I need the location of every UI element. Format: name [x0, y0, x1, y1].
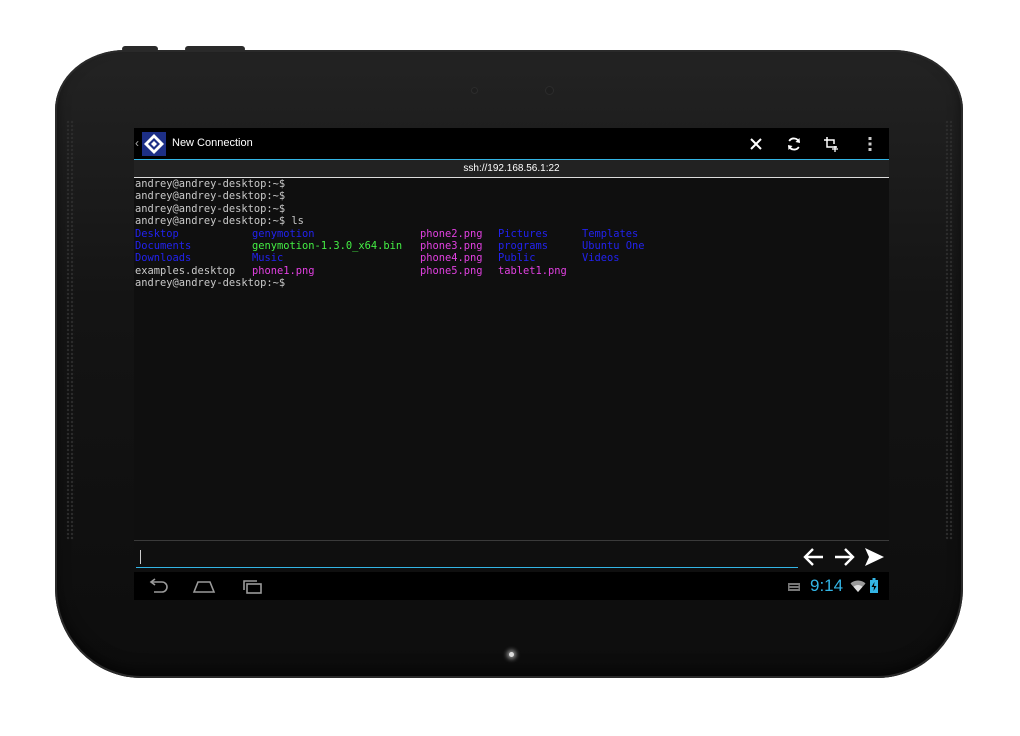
close-icon[interactable]	[748, 136, 764, 152]
ls-entry: phone3.png	[420, 240, 483, 252]
volume-button	[185, 46, 245, 52]
ls-entry: phone2.png	[420, 227, 483, 240]
ls-entry: Templates	[582, 227, 639, 240]
battery-charging-icon	[870, 578, 878, 593]
ls-entry: Pictures	[498, 227, 549, 240]
ls-entry: phone1.png	[252, 264, 315, 277]
back-icon[interactable]	[146, 578, 170, 594]
command-input[interactable]	[136, 546, 798, 568]
divider	[134, 540, 889, 541]
ls-entry: Music	[252, 252, 284, 265]
connection-url: ssh://192.168.56.1:22	[134, 160, 889, 178]
ls-entry: programs	[498, 240, 549, 252]
ls-entry: phone5.png	[420, 264, 483, 277]
ls-entry: genymotion-1.3.0_x64.bin	[252, 240, 403, 252]
up-caret-icon[interactable]: ‹	[135, 136, 139, 150]
terminal-output[interactable]: andrey@andrey-desktop:~$ andrey@andrey-d…	[135, 178, 885, 538]
ls-entry: Desktop	[135, 227, 179, 240]
system-navbar: 9:14	[134, 572, 889, 600]
ls-entry: phone4.png	[420, 252, 483, 265]
clock: 9:14	[810, 576, 844, 595]
terminal-line: andrey@andrey-desktop:~$ ls	[135, 215, 304, 228]
text-cursor	[140, 550, 141, 564]
ls-entry: tablet1.png	[498, 264, 567, 277]
send-icon[interactable]	[862, 545, 886, 569]
arrow-left-icon[interactable]	[802, 545, 826, 569]
ls-entry: Downloads	[135, 252, 192, 265]
speaker-right	[945, 120, 954, 540]
notification-led	[509, 652, 514, 657]
ls-entry: examples.desktop	[135, 264, 236, 277]
home-icon[interactable]	[192, 578, 216, 594]
ls-entry: Documents	[135, 240, 192, 252]
overflow-menu-icon[interactable]	[862, 136, 878, 152]
speaker-left	[66, 120, 75, 540]
terminal-line: andrey@andrey-desktop:~$	[135, 202, 286, 215]
wifi-icon	[850, 580, 866, 592]
ls-entry: Public	[498, 252, 536, 265]
app-icon[interactable]	[142, 132, 166, 156]
terminal-line: andrey@andrey-desktop:~$	[135, 178, 286, 190]
screen: ‹ New Connection ssh://192.168.56.1:22 a…	[134, 128, 889, 600]
ls-entry: Ubuntu One	[582, 240, 645, 252]
front-camera	[546, 87, 553, 94]
keyboard-icon	[788, 583, 800, 591]
sensor	[472, 88, 477, 93]
refresh-icon[interactable]	[786, 136, 802, 152]
crop-add-icon[interactable]	[823, 136, 839, 152]
ls-entry: Videos	[582, 252, 620, 265]
action-bar: ‹ New Connection	[134, 128, 889, 160]
recents-icon[interactable]	[240, 578, 264, 594]
app-title: New Connection	[172, 137, 253, 149]
terminal-prompt: andrey@andrey-desktop:~$	[135, 277, 286, 290]
ls-entry: genymotion	[252, 227, 315, 240]
terminal-line: andrey@andrey-desktop:~$	[135, 190, 286, 203]
arrow-right-icon[interactable]	[832, 545, 856, 569]
power-button	[122, 46, 158, 52]
